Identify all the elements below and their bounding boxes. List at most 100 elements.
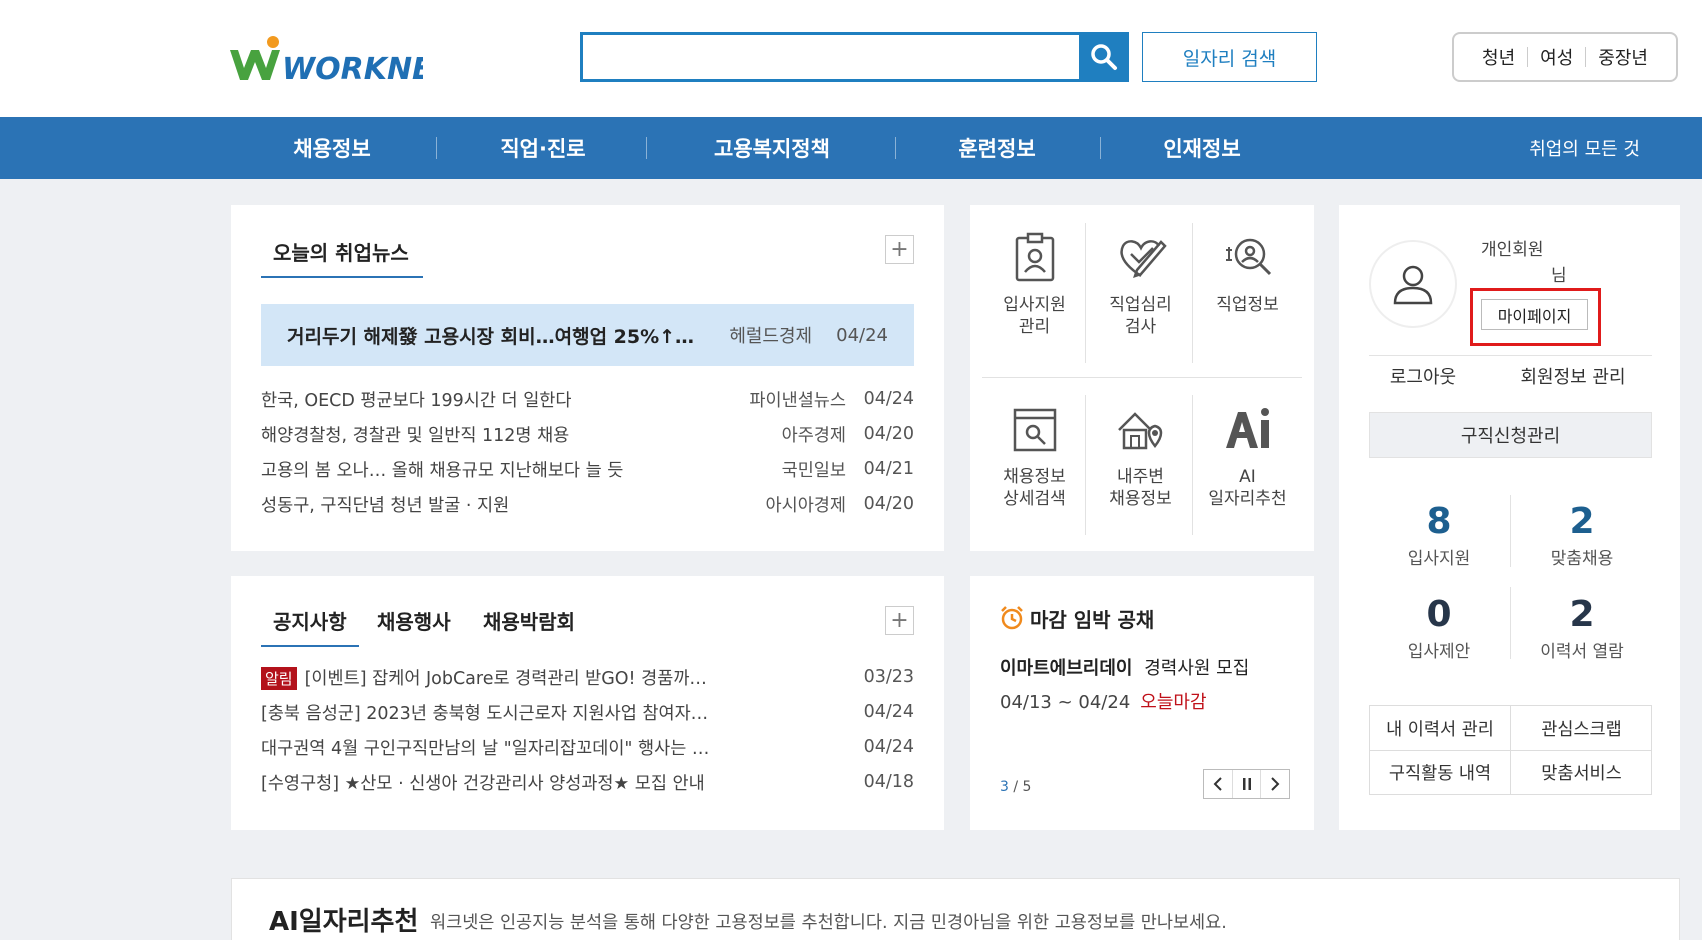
news-item-source: 파이낸셜뉴스 — [749, 390, 846, 411]
headline-date: 04/24 — [836, 324, 888, 346]
tab-underline — [261, 645, 359, 647]
quick-job-info[interactable]: 직업정보 — [1195, 230, 1300, 316]
tab-job-fair[interactable]: 채용박람회 — [483, 606, 575, 635]
next-button[interactable] — [1261, 770, 1289, 798]
job-search-button[interactable]: 일자리 검색 — [1142, 32, 1317, 82]
deadline-panel: 마감 임박 공채 이마트에브리데이 경력사원 모집 04/13 ~ 04/24 오… — [970, 576, 1314, 830]
deadline-company: 이마트에브리데이 — [1000, 658, 1133, 679]
news-item-source: 아시아경제 — [765, 495, 847, 516]
news-item-title: 고용의 봄 오나… 올해 채용규모 지난해보다 늘 듯 — [261, 460, 624, 481]
nav-item-welfare[interactable]: 고용복지정책 — [687, 117, 857, 179]
logo-text: WORKNET — [282, 52, 423, 87]
resume-clipboard-icon — [1015, 232, 1054, 282]
quick-label: 입사지원 관리 — [1003, 295, 1066, 337]
quick-divider — [982, 377, 1302, 378]
member-link-grid: 내 이력서 관리 관심스크랩 구직활동 내역 맞춤서비스 — [1369, 705, 1652, 795]
stat-label: 맞춤채용 — [1550, 549, 1614, 569]
segment-youth[interactable]: 청년 — [1470, 44, 1527, 70]
stat-offers[interactable]: 0 입사제안 — [1369, 595, 1509, 663]
quick-label: 내주변 채용정보 — [1109, 467, 1172, 509]
stat-custom-jobs[interactable]: 2 맞춤채용 — [1512, 502, 1652, 570]
ai-title[interactable]: AI일자리추천 — [269, 901, 418, 938]
news-more-button[interactable]: + — [885, 235, 914, 264]
notice-item[interactable]: [충북 음성군] 2023년 충북형 도시근로자 지원사업 참여자… 04/24 — [261, 697, 914, 727]
chevron-right-icon — [1271, 777, 1280, 791]
search-box — [580, 32, 1129, 82]
worknet-logo[interactable]: WORKNET — [228, 32, 423, 92]
quick-menu-panel: 입사지원 관리 직업심리 검사 직업정보 채용정보 상세검색 내주변 채용정보 … — [970, 205, 1314, 551]
news-item[interactable]: 한국, OECD 평균보다 199시간 더 일한다 파이낸셜뉴스 04/24 — [261, 384, 914, 414]
deadline-position: 경력사원 모집 — [1144, 658, 1250, 679]
notice-item[interactable]: 대구권역 4월 구인구직만남의 날 "일자리잡꼬데이" 행사는 … 04/24 — [261, 732, 914, 762]
mypage-button[interactable]: 마이페이지 — [1481, 299, 1588, 330]
alarm-clock-icon — [1001, 606, 1023, 630]
deadline-job[interactable]: 이마트에브리데이 경력사원 모집 — [1000, 654, 1249, 680]
news-item[interactable]: 고용의 봄 오나… 올해 채용규모 지난해보다 늘 듯 국민일보 04/21 — [261, 454, 914, 484]
news-item-date: 04/24 — [863, 389, 914, 409]
deadline-period: 04/13 ~ 04/24 — [1000, 692, 1131, 713]
news-item-date: 04/20 — [863, 494, 914, 514]
custom-service-link[interactable]: 맞춤서비스 — [1511, 750, 1652, 795]
segment-women[interactable]: 여성 — [1528, 44, 1585, 70]
heart-pencil-icon — [1119, 240, 1167, 278]
stat-applications[interactable]: 8 입사지원 — [1369, 501, 1509, 570]
scrap-link[interactable]: 관심스크랩 — [1511, 706, 1652, 751]
deadline-pager: 3 / 5 — [1000, 779, 1031, 795]
tab-recruit-events[interactable]: 채용행사 — [377, 606, 451, 635]
profile-management-link[interactable]: 회원정보 관리 — [1503, 363, 1643, 389]
headline-source: 헤럴드경제 — [729, 326, 813, 347]
quick-nearby-jobs[interactable]: 내주변 채용정보 — [1088, 402, 1193, 510]
news-item-title: 성동구, 구직단념 청년 발굴 · 지원 — [261, 495, 510, 516]
pause-button[interactable] — [1233, 770, 1262, 798]
tab-notice[interactable]: 공지사항 — [273, 606, 347, 635]
notice-item-title: 대구권역 4월 구인구직만남의 날 "일자리잡꼬데이" 행사는 … — [261, 738, 710, 759]
notice-item-title: [이벤트] 잡케어 JobCare로 경력관리 받GO! 경품까… — [304, 668, 707, 689]
notice-item[interactable]: 알림 [이벤트] 잡케어 JobCare로 경력관리 받GO! 경품까… 03/2… — [261, 662, 914, 692]
search-person-icon — [1225, 238, 1271, 276]
segment-middle-aged[interactable]: 중장년 — [1586, 44, 1660, 70]
news-item-source: 아주경제 — [781, 425, 846, 446]
notice-more-button[interactable]: + — [885, 606, 914, 635]
notice-item[interactable]: [수영구청] ★산모 · 신생아 건강관리사 양성과정★ 모집 안내 04/18 — [261, 767, 914, 797]
news-headline[interactable]: 거리두기 해제發 고용시장 회비…여행업 25%↑… 헤럴드경제 04/24 — [261, 304, 914, 366]
search-button[interactable] — [1079, 32, 1129, 82]
quick-detail-search[interactable]: 채용정보 상세검색 — [982, 402, 1087, 510]
ai-description: 워크넷은 인공지능 분석을 통해 다양한 고용정보를 추천합니다. 지금 민경아… — [430, 913, 1227, 933]
job-application-management-button[interactable]: 구직신청관리 — [1369, 412, 1652, 458]
nav-item-talent[interactable]: 인재정보 — [1137, 117, 1267, 179]
quick-ai-recommend[interactable]: AI 일자리추천 — [1195, 402, 1300, 510]
news-item-date: 04/20 — [863, 424, 914, 444]
nearby-map-icon — [1117, 412, 1162, 450]
stat-resume-views[interactable]: 2 이력서 열람 — [1512, 594, 1652, 663]
nav-item-career[interactable]: 직업·진로 — [478, 117, 608, 179]
news-title[interactable]: 오늘의 취업뉴스 — [273, 237, 409, 266]
search-input[interactable] — [583, 35, 1129, 79]
nav-divider — [1100, 137, 1101, 159]
notice-item-date: 03/23 — [863, 667, 914, 687]
news-item[interactable]: 성동구, 구직단념 청년 발굴 · 지원 아시아경제 04/20 — [261, 489, 914, 519]
nav-divider — [895, 137, 896, 159]
nav-item-recruit[interactable]: 채용정보 — [267, 117, 397, 179]
news-item[interactable]: 해양경찰청, 경찰관 및 일반직 112명 채용 아주경제 04/20 — [261, 419, 914, 449]
nav-item-training[interactable]: 훈련정보 — [932, 117, 1062, 179]
notice-item-title: [수영구청] ★산모 · 신생아 건강관리사 양성과정★ 모집 안내 — [261, 773, 705, 794]
stat-value: 8 — [1426, 501, 1452, 542]
member-type: 개인회원 — [1481, 240, 1544, 260]
news-item-source: 국민일보 — [781, 460, 846, 481]
ai-icon — [1225, 408, 1269, 448]
headline-title: 거리두기 해제發 고용시장 회비…여행업 25%↑… — [287, 325, 695, 348]
nav-all-link[interactable]: 취업의 모든 것 — [1529, 117, 1640, 179]
quick-apply-management[interactable]: 입사지원 관리 — [982, 230, 1087, 338]
deadline-today-badge: 오늘마감 — [1140, 692, 1207, 713]
quick-label: 채용정보 상세검색 — [1003, 467, 1066, 509]
stat-value: 2 — [1569, 594, 1595, 635]
notice-item-date: 04/24 — [863, 702, 914, 722]
activity-history-link[interactable]: 구직활동 내역 — [1370, 750, 1511, 795]
pager-total: / 5 — [1013, 779, 1032, 795]
quick-psychology-test[interactable]: 직업심리 검사 — [1088, 230, 1193, 338]
stat-divider — [1510, 587, 1511, 659]
notice-item-date: 04/24 — [863, 737, 914, 757]
prev-button[interactable] — [1204, 770, 1233, 798]
my-resume-link[interactable]: 내 이력서 관리 — [1370, 706, 1511, 751]
logout-link[interactable]: 로그아웃 — [1353, 363, 1493, 389]
